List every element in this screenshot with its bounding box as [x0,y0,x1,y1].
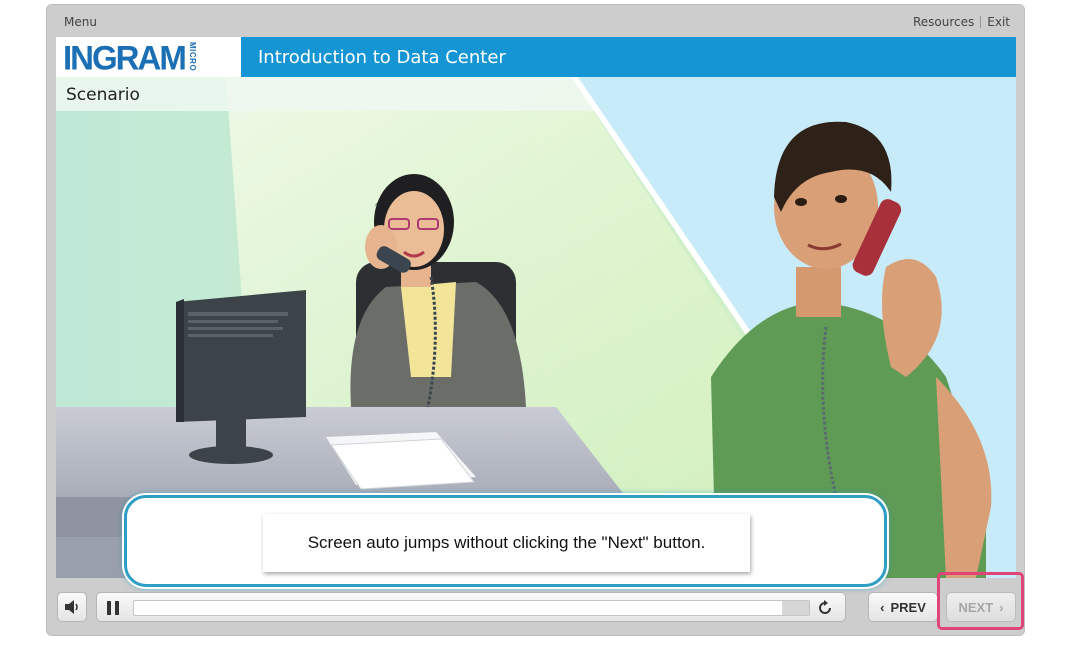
seek-bar-panel [96,592,846,622]
prev-button-label: PREV [890,599,926,615]
replay-icon[interactable] [817,600,833,616]
caption-note: Screen auto jumps without clicking the "… [263,514,750,572]
prev-button[interactable]: ‹ PREV [868,592,938,622]
course-title: Introduction to Data Center [258,47,506,68]
company-logo: INGRAM MICRO [56,37,241,77]
progress-track[interactable] [133,600,810,616]
link-divider [980,16,982,28]
top-right-links: Resources Exit [913,15,1010,29]
progress-fill [134,601,782,615]
pause-icon[interactable] [105,600,121,616]
exit-link[interactable]: Exit [987,15,1010,29]
logo-subtext: MICRO [187,42,197,72]
menu-link[interactable]: Menu [64,15,97,29]
logo-wordmark: INGRAM [63,37,187,77]
chevron-right-icon: › [999,599,1004,615]
speaker-icon [65,600,78,614]
chevron-left-icon: ‹ [880,599,885,615]
volume-button[interactable] [57,592,87,622]
resources-link[interactable]: Resources [913,15,974,29]
next-button[interactable]: NEXT › [946,592,1016,622]
next-button-label: NEXT [958,599,994,615]
course-header: INGRAM MICRO Introduction to Data Center [56,37,1016,77]
section-label: Scenario [66,85,140,105]
